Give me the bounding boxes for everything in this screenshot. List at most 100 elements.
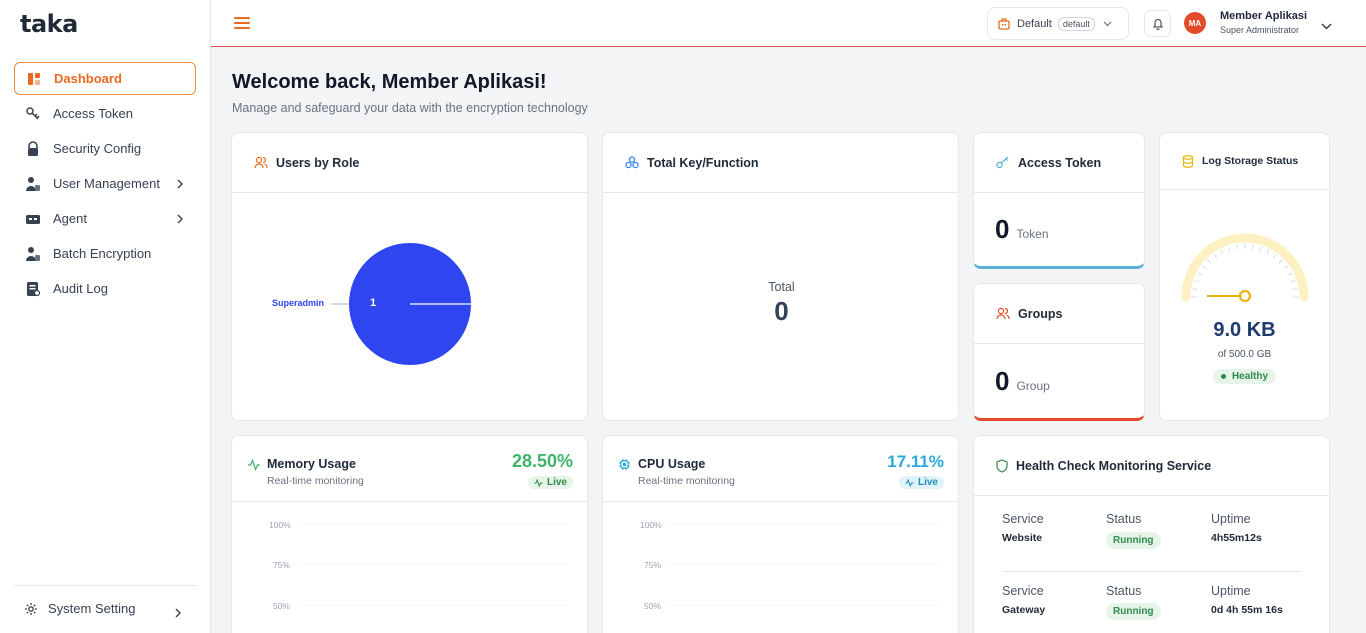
sidebar-item-batch-encryption[interactable]: Batch Encryption	[14, 237, 196, 270]
gauge-tick	[1197, 272, 1203, 276]
storage-gauge	[1181, 233, 1309, 303]
memory-usage-card: Memory Usage Real-time monitoring 28.50%…	[231, 435, 588, 633]
batch-user-icon	[24, 245, 41, 262]
top-header: Default default MA Member Aplikasi Super…	[211, 0, 1366, 47]
card-header: Users by Role	[232, 133, 587, 193]
gauge-tick	[1278, 258, 1284, 264]
system-setting-label: System Setting	[48, 601, 136, 616]
agent-icon	[24, 210, 41, 227]
service-header: Service	[1002, 512, 1044, 526]
access-token-card: Access Token 0 Token	[973, 132, 1145, 269]
app-logo[interactable]: taka	[0, 0, 210, 47]
live-badge: Live	[898, 476, 944, 489]
uptime-header: Uptime	[1211, 512, 1251, 526]
y-tick-label: 50%	[644, 601, 662, 611]
total-key-card: Total Key/Function Total 0	[602, 132, 959, 421]
sidebar-item-access-token[interactable]: Access Token	[14, 97, 196, 130]
activity-icon	[247, 458, 261, 476]
card-header: Access Token	[974, 133, 1144, 193]
gauge-tick	[1292, 288, 1298, 290]
card-header: Groups	[974, 284, 1144, 344]
sidebar-item-label: Batch Encryption	[53, 246, 152, 261]
user-menu-chevron-icon[interactable]	[1321, 17, 1332, 35]
storage-status-badge: Healthy	[1212, 369, 1277, 384]
status-badge: Running	[1106, 532, 1161, 549]
card-header: Total Key/Function	[603, 133, 958, 193]
groups-card: Groups 0 Group	[973, 283, 1145, 421]
y-tick-label: 50%	[273, 601, 291, 611]
pie-legend-label: Superadmin	[272, 298, 325, 308]
lock-icon	[24, 140, 41, 157]
menu-toggle-icon[interactable]	[234, 15, 250, 36]
gauge-needle-hub	[1238, 289, 1252, 303]
y-tick-label: 100%	[269, 520, 291, 530]
chevron-right-icon	[174, 606, 182, 621]
avatar[interactable]: MA	[1184, 12, 1206, 34]
sidebar-item-audit-log[interactable]: Audit Log	[14, 272, 196, 305]
uptime-value: 0d 4h 55m 16s	[1211, 604, 1283, 616]
total-value: 0	[774, 296, 789, 326]
sidebar-item-label: User Management	[53, 176, 160, 191]
card-header: Memory Usage Real-time monitoring 28.50%…	[232, 436, 587, 502]
sidebar-item-user-management[interactable]: User Management	[14, 167, 196, 200]
sidebar-item-label: Access Token	[53, 106, 133, 121]
gauge-tick	[1272, 253, 1277, 259]
token-count: 0 Token	[995, 214, 1049, 245]
gauge-tick	[1259, 246, 1262, 252]
sidebar-item-label: Dashboard	[54, 71, 122, 86]
chevron-down-icon	[1103, 21, 1112, 27]
gauge-tick	[1287, 272, 1293, 276]
sidebar-item-system-setting[interactable]: System Setting	[14, 585, 196, 621]
gauge-tick	[1192, 288, 1198, 290]
page-title: Welcome back, Member Aplikasi!	[232, 71, 547, 93]
sidebar-item-dashboard[interactable]: Dashboard	[14, 62, 196, 95]
gauge-tick	[1228, 246, 1231, 252]
live-badge: Live	[527, 476, 573, 489]
card-title: Groups	[1018, 306, 1063, 321]
gridline	[671, 605, 938, 606]
cpu-percent: 17.11%	[887, 452, 944, 471]
storage-status-text: Healthy	[1231, 371, 1269, 382]
sidebar-item-security-config[interactable]: Security Config	[14, 132, 196, 165]
gauge-tick	[1201, 265, 1207, 270]
token-value: 0	[995, 214, 1010, 244]
cpu-usage-card: CPU Usage Real-time monitoring 17.11% Li…	[602, 435, 959, 633]
gridline	[671, 564, 938, 565]
status-badge: Running	[1106, 603, 1161, 620]
group-value: 0	[995, 366, 1010, 396]
y-tick-label: 100%	[640, 520, 662, 530]
users-by-role-card: Users by Role Superadmin 1	[231, 132, 588, 421]
total-label: Total	[768, 280, 795, 294]
gauge-tick	[1220, 249, 1224, 255]
uptime-value: 4h55m12s	[1211, 532, 1262, 544]
gridline	[300, 605, 567, 606]
pulse-icon	[905, 478, 914, 487]
gauge-tick	[1194, 280, 1200, 283]
card-title: Health Check Monitoring Service	[1016, 458, 1212, 473]
page-subtitle: Manage and safeguard your data with the …	[232, 101, 588, 115]
service-name: Website	[1002, 532, 1043, 544]
sidebar-item-label: Agent	[53, 211, 87, 226]
pulse-icon	[534, 478, 543, 487]
tenant-selector[interactable]: Default default	[987, 7, 1129, 40]
user-name: Member Aplikasi	[1220, 10, 1308, 22]
health-row: Service Gateway Status Running Uptime 0d…	[1002, 584, 1302, 633]
notification-bell-icon[interactable]	[1144, 10, 1171, 37]
y-tick-label: 75%	[273, 560, 291, 570]
service-header: Service	[1002, 584, 1044, 598]
gauge-tick	[1252, 244, 1254, 250]
card-header: CPU Usage Real-time monitoring 17.11% Li…	[603, 436, 958, 502]
card-subtitle: Real-time monitoring	[267, 475, 364, 487]
card-title: Memory Usage	[267, 457, 356, 471]
y-tick-label: 75%	[644, 560, 662, 570]
tenant-badge: default	[1057, 16, 1095, 31]
storage-status-wrap: Healthy	[1160, 366, 1329, 384]
gridline	[300, 564, 567, 565]
user-icon	[24, 175, 41, 192]
gauge-tick	[1206, 258, 1212, 264]
sidebar-item-agent[interactable]: Agent	[14, 202, 196, 235]
shield-icon	[996, 458, 1008, 473]
gauge-tick	[1266, 249, 1270, 255]
card-title: Total Key/Function	[647, 155, 759, 170]
card-title: CPU Usage	[638, 457, 706, 471]
